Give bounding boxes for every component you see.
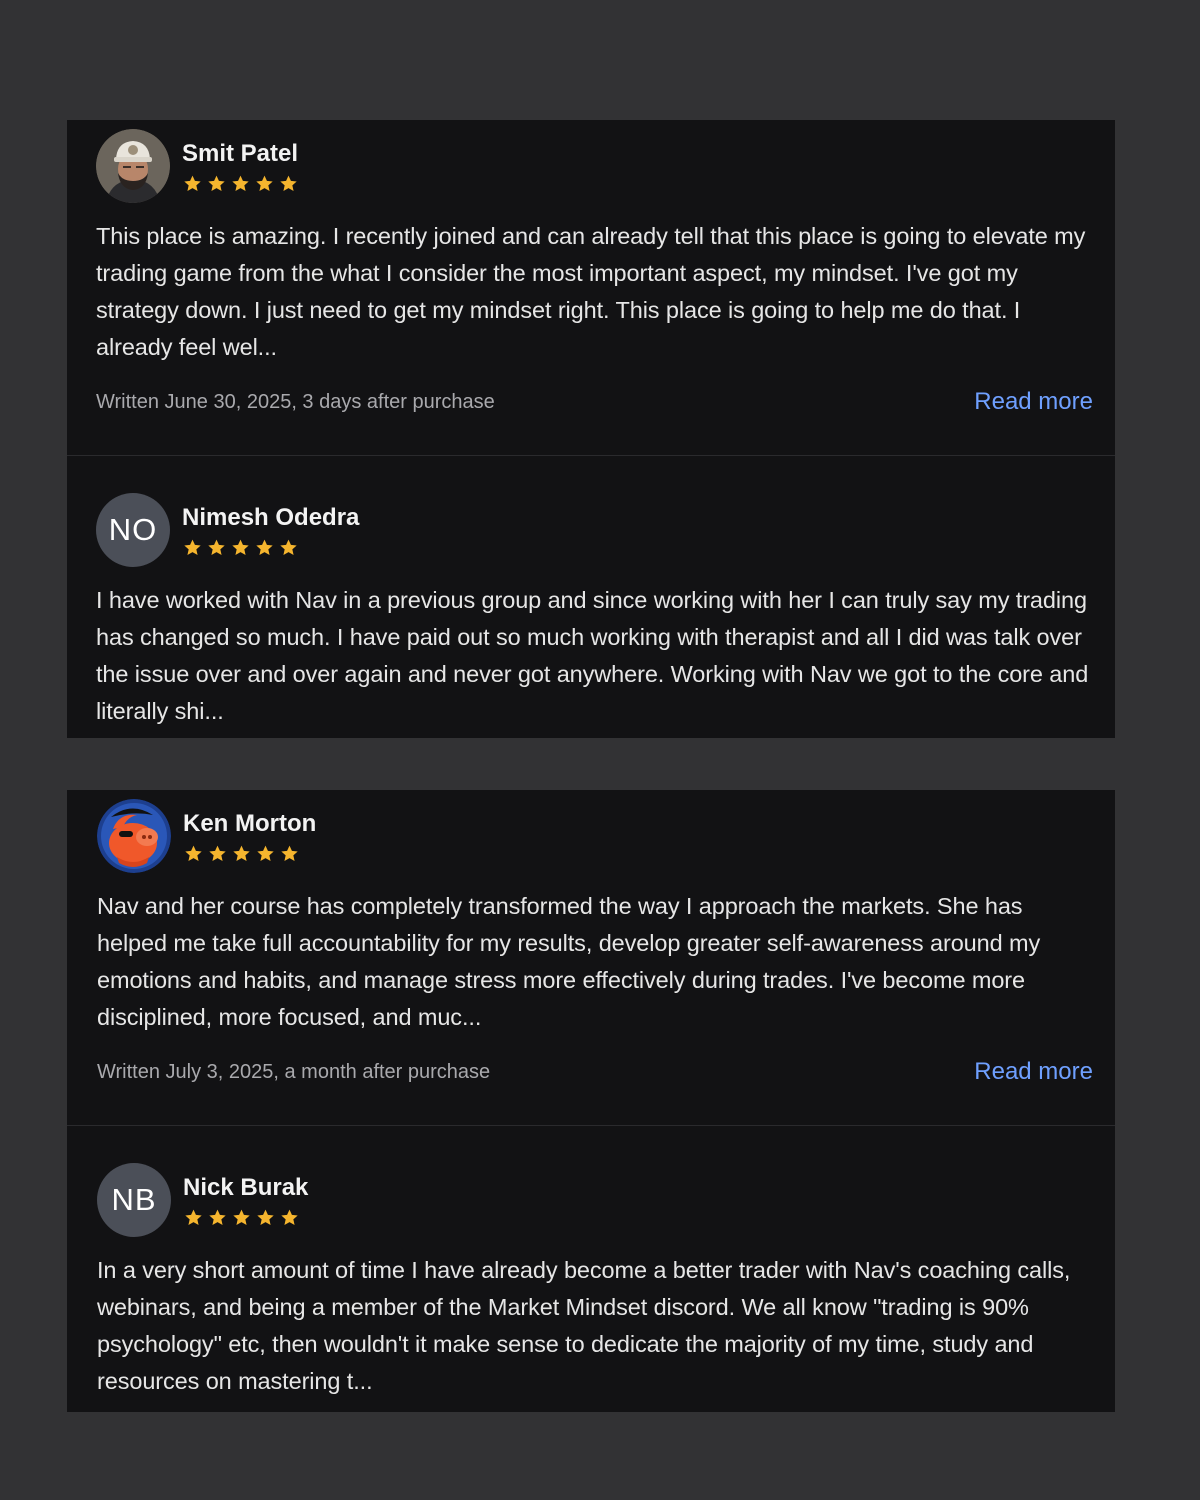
review-footer: Written June 30, 2025, 3 days after purc…: [96, 388, 1093, 416]
star-rating: [182, 538, 359, 558]
review-text: In a very short amount of time I have al…: [97, 1257, 1071, 1394]
review-card: NO Nimesh Odedra I have worked with Nav …: [67, 455, 1115, 730]
review-header: Ken Morton: [97, 799, 1093, 873]
review-header: Smit Patel: [96, 129, 1093, 203]
reviewer-name: Ken Morton: [183, 810, 317, 837]
review-card: NB Nick Burak In a very short amount of …: [67, 1125, 1115, 1400]
reviewer-name: Smit Patel: [182, 140, 299, 167]
review-header: NB Nick Burak: [97, 1163, 1093, 1237]
written-date: Written July 3, 2025, a month after purc…: [97, 1060, 491, 1083]
star-rating: [182, 174, 299, 194]
read-more-link[interactable]: Read more: [974, 388, 1093, 416]
star-icon: [208, 175, 225, 191]
avatar: NB: [97, 1163, 171, 1237]
star-icon: [257, 1209, 274, 1225]
review-text: Nav and her course has completely transf…: [97, 893, 1041, 1030]
star-icon: [185, 1209, 202, 1225]
star-icon: [233, 1209, 250, 1225]
review-card: Ken Morton Nav and her course has comple…: [67, 790, 1115, 1125]
review-panel-1: Smit Patel This place is amazing. I rece…: [67, 120, 1115, 738]
star-rating: [183, 844, 316, 864]
review-card: Smit Patel This place is amazing. I rece…: [67, 120, 1115, 455]
star-icon: [256, 175, 273, 191]
reviewer-name: Nimesh Odedra: [182, 504, 360, 531]
star-icon: [209, 1209, 226, 1225]
pig-mascot-icon: [97, 799, 171, 873]
avatar: [96, 129, 170, 203]
star-icon: [281, 845, 298, 861]
review-footer: Written July 3, 2025, a month after purc…: [97, 1058, 1093, 1086]
star-icon: [281, 1209, 298, 1225]
review-header: NO Nimesh Odedra: [96, 493, 1093, 567]
star-icon: [280, 175, 297, 191]
star-icon: [209, 845, 226, 861]
star-icon: [280, 539, 297, 555]
review-panel-2: Ken Morton Nav and her course has comple…: [67, 790, 1115, 1412]
written-date: Written June 30, 2025, 3 days after purc…: [96, 390, 495, 413]
star-icon: [233, 845, 250, 861]
read-more-link[interactable]: Read more: [974, 1058, 1093, 1086]
star-icon: [256, 539, 273, 555]
avatar: [97, 799, 171, 873]
review-text: I have worked with Nav in a previous gro…: [96, 587, 1089, 724]
star-icon: [232, 539, 249, 555]
avatar: NO: [96, 493, 170, 567]
review-text: This place is amazing. I recently joined…: [96, 223, 1086, 360]
star-icon: [232, 175, 249, 191]
star-icon: [185, 845, 202, 861]
star-icon: [208, 539, 225, 555]
star-icon: [257, 845, 274, 861]
reviewer-name: Nick Burak: [183, 1174, 309, 1201]
user-photo-icon: [96, 129, 170, 203]
star-icon: [184, 539, 201, 555]
star-rating: [183, 1208, 308, 1228]
star-icon: [184, 175, 201, 191]
